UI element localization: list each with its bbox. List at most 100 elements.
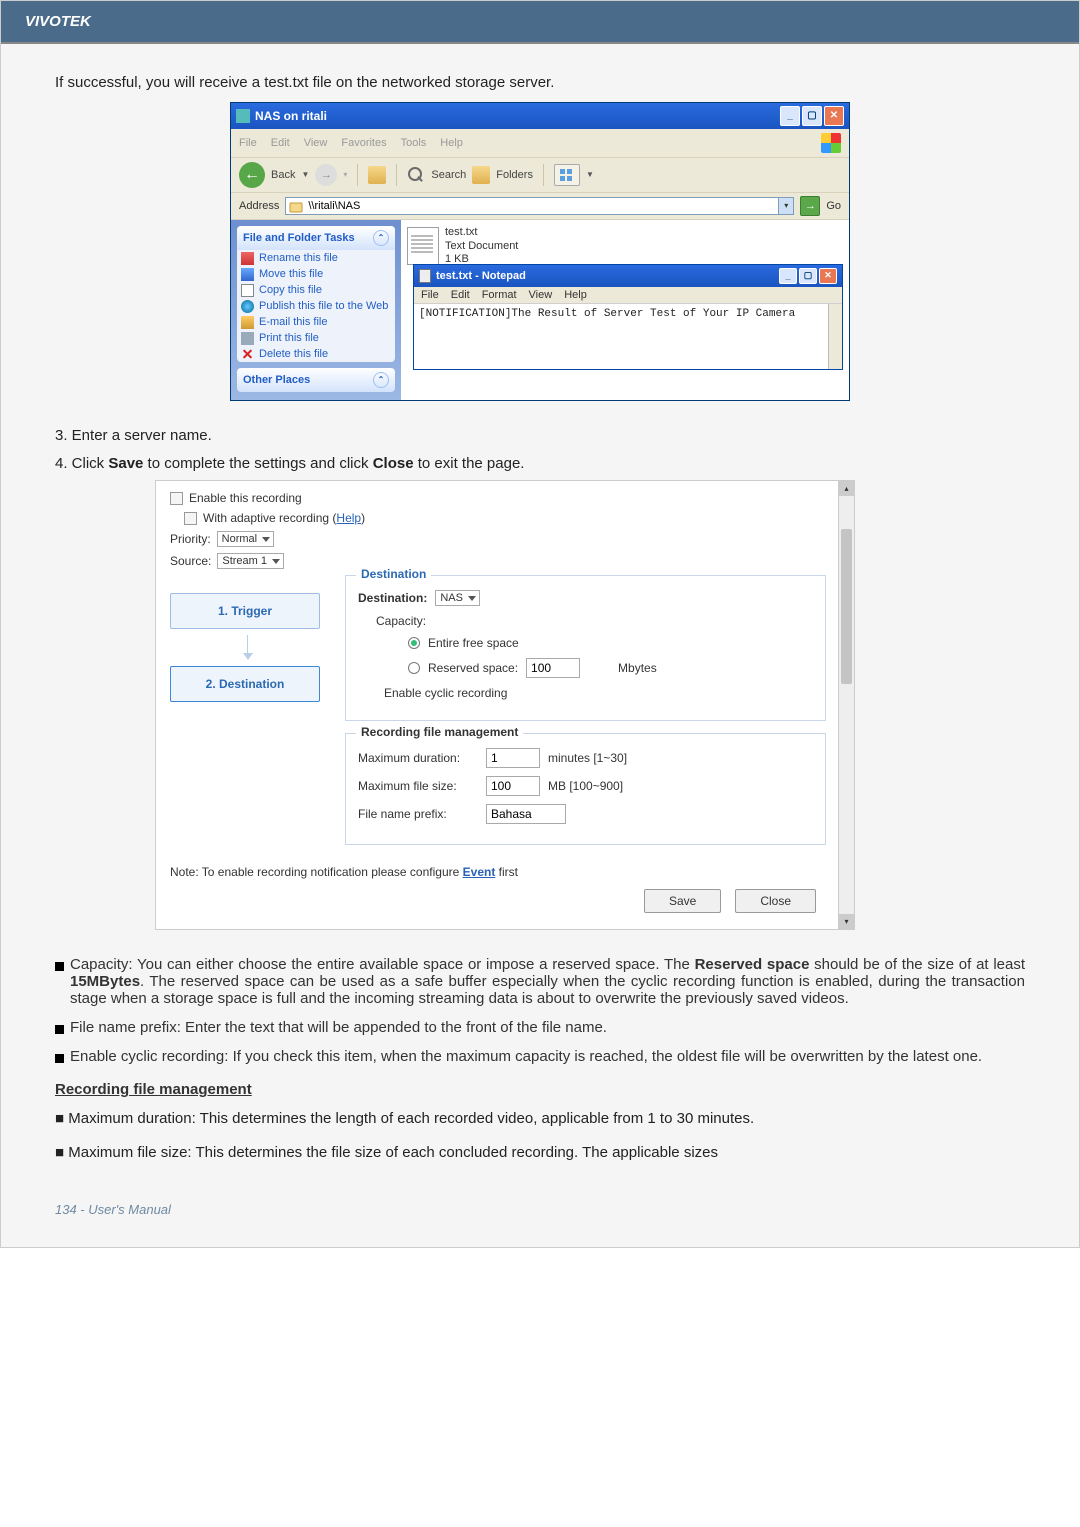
np-menu-file[interactable]: File — [421, 289, 439, 301]
task-rename[interactable]: Rename this file — [237, 250, 395, 266]
file-view[interactable]: test.txt Text Document 1 KB test.txt - N… — [401, 220, 849, 400]
np-close-button[interactable]: ✕ — [819, 268, 837, 284]
close-button[interactable]: Close — [735, 889, 816, 913]
brand-header: VIVOTEK — [1, 1, 1079, 42]
maxfs-input[interactable] — [486, 776, 540, 796]
scroll-down-icon[interactable]: ▾ — [839, 914, 854, 929]
menu-edit[interactable]: Edit — [271, 137, 290, 149]
para-maxdur: ■ Maximum duration: This determines the … — [55, 1108, 1025, 1130]
np-menu-edit[interactable]: Edit — [451, 289, 470, 301]
window-titlebar[interactable]: NAS on ritali _ ▢ ✕ — [231, 103, 849, 129]
maxdur-label: Maximum duration: — [358, 751, 478, 765]
save-button[interactable]: Save — [644, 889, 721, 913]
back-button[interactable]: ← — [239, 162, 265, 188]
search-icon[interactable] — [407, 166, 425, 184]
notepad-text[interactable]: [NOTIFICATION]The Result of Server Test … — [414, 303, 842, 369]
menu-help[interactable]: Help — [440, 137, 463, 149]
event-link[interactable]: Event — [463, 865, 496, 879]
help-link[interactable]: Help — [336, 511, 361, 525]
file-management-fieldset: Recording file management Maximum durati… — [345, 733, 826, 845]
np-menu-view[interactable]: View — [529, 289, 553, 301]
menu-tools[interactable]: Tools — [401, 137, 427, 149]
address-label: Address — [239, 200, 279, 212]
np-minimize-button[interactable]: _ — [779, 268, 797, 284]
destination-legend: Destination — [356, 567, 431, 581]
go-button-icon[interactable]: → — [800, 196, 820, 216]
file-mgmt-legend: Recording file management — [356, 725, 523, 739]
close-button[interactable]: ✕ — [824, 106, 844, 126]
delete-icon — [241, 348, 254, 361]
task-publish[interactable]: Publish this file to the Web — [237, 298, 395, 314]
address-input[interactable] — [285, 197, 779, 215]
entire-space-label: Entire free space — [428, 636, 519, 650]
bullet-cyclic: Enable cyclic recording: If you check th… — [55, 1048, 1025, 1065]
up-folder-icon[interactable] — [368, 166, 386, 184]
menu-file[interactable]: File — [239, 137, 257, 149]
rename-icon — [241, 252, 254, 265]
task-email[interactable]: E-mail this file — [237, 314, 395, 330]
adaptive-checkbox[interactable] — [184, 512, 197, 525]
entire-space-radio[interactable] — [408, 637, 420, 649]
note-text: Note: To enable recording notification p… — [170, 865, 826, 879]
email-icon — [241, 316, 254, 329]
minimize-button[interactable]: _ — [780, 106, 800, 126]
copy-icon — [241, 284, 254, 297]
wiz-trigger[interactable]: 1. Trigger — [170, 593, 320, 629]
np-menu-help[interactable]: Help — [564, 289, 587, 301]
search-label[interactable]: Search — [431, 169, 466, 181]
task-print[interactable]: Print this file — [237, 330, 395, 346]
para-maxfs: ■ Maximum file size: This determines the… — [55, 1142, 1025, 1164]
address-dropdown[interactable]: ▾ — [778, 197, 794, 215]
collapse-icon[interactable]: ⌃ — [373, 372, 389, 388]
maxdur-input[interactable] — [486, 748, 540, 768]
folders-icon[interactable] — [472, 166, 490, 184]
scroll-up-icon[interactable]: ▴ — [839, 481, 854, 496]
task-copy[interactable]: Copy this file — [237, 282, 395, 298]
text-file-icon — [407, 227, 439, 265]
file-meta: test.txt Text Document 1 KB — [445, 226, 518, 267]
source-select[interactable]: Stream 1 — [217, 553, 284, 569]
priority-select[interactable]: Normal — [217, 531, 274, 547]
file-name: test.txt — [445, 226, 518, 240]
np-maximize-button[interactable]: ▢ — [799, 268, 817, 284]
wizard-nav: 1. Trigger 2. Destination — [170, 575, 325, 857]
cyclic-label: Enable cyclic recording — [384, 686, 507, 700]
menu-view[interactable]: View — [304, 137, 328, 149]
priority-label: Priority: — [170, 532, 211, 546]
destination-select[interactable]: NAS — [435, 590, 480, 606]
collapse-icon[interactable]: ⌃ — [373, 230, 389, 246]
task-delete[interactable]: Delete this file — [237, 346, 395, 362]
notepad-titlebar[interactable]: test.txt - Notepad _ ▢ ✕ — [414, 265, 842, 287]
wiz-destination[interactable]: 2. Destination — [170, 666, 320, 702]
window-menubar: File Edit View Favorites Tools Help — [231, 129, 849, 158]
adaptive-label: With adaptive recording (Help) — [203, 511, 365, 525]
enable-recording-checkbox[interactable] — [170, 492, 183, 505]
file-type: Text Document — [445, 240, 518, 254]
scroll-thumb[interactable] — [841, 529, 852, 684]
go-label[interactable]: Go — [826, 200, 841, 212]
maxfs-hint: MB [100~900] — [548, 779, 623, 793]
reserved-space-label: Reserved space: — [428, 661, 518, 675]
prefix-input[interactable] — [486, 804, 566, 824]
folders-label[interactable]: Folders — [496, 169, 533, 181]
views-button[interactable] — [554, 164, 580, 186]
step-3: 3. Enter a server name. — [55, 425, 1025, 447]
other-places-title: Other Places — [243, 374, 310, 386]
notepad-title: test.txt - Notepad — [436, 270, 779, 282]
np-menu-format[interactable]: Format — [482, 289, 517, 301]
bullet-icon — [55, 1054, 64, 1063]
windows-logo-icon — [821, 133, 841, 153]
move-icon — [241, 268, 254, 281]
panel-scrollbar[interactable]: ▴ ▾ — [838, 481, 854, 929]
reserved-space-radio[interactable] — [408, 662, 420, 674]
back-label[interactable]: Back — [271, 169, 295, 181]
forward-button[interactable]: → — [315, 164, 337, 186]
address-bar: Address ▾ → Go — [231, 193, 849, 220]
menu-favorites[interactable]: Favorites — [341, 137, 386, 149]
notepad-window: test.txt - Notepad _ ▢ ✕ File Edit Forma… — [413, 264, 843, 370]
np-vscroll[interactable] — [828, 304, 842, 369]
task-move[interactable]: Move this file — [237, 266, 395, 282]
maximize-button[interactable]: ▢ — [802, 106, 822, 126]
print-icon — [241, 332, 254, 345]
reserved-space-input[interactable] — [526, 658, 580, 678]
